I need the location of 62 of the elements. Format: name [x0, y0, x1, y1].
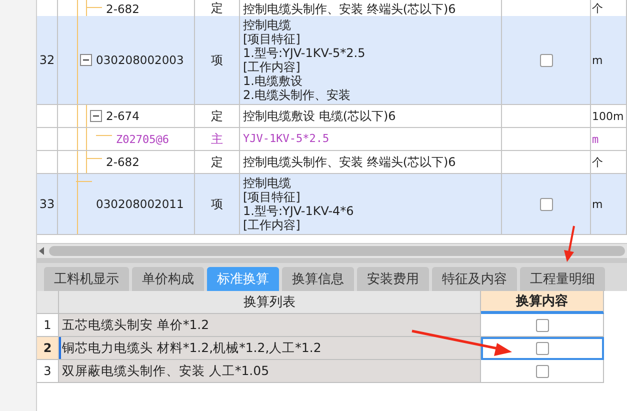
row-number: 33	[39, 197, 55, 211]
type-text: 项	[211, 52, 223, 68]
row-number: 2	[37, 337, 59, 360]
scroll-left-icon[interactable]	[37, 246, 47, 256]
row-number: 32	[39, 53, 55, 67]
checkbox[interactable]	[540, 54, 552, 66]
description-line: [项目特征]	[243, 32, 300, 46]
row-number: 1	[37, 314, 59, 337]
description-line: [工作内容]	[243, 218, 300, 232]
type-text: 定	[211, 0, 223, 17]
tab[interactable]: 安装费用	[357, 267, 429, 291]
code-text: 030208002011	[96, 197, 184, 211]
conversion-item[interactable]: 五芯电缆头制安 单价*1.2	[59, 314, 481, 337]
row-number: 3	[37, 360, 59, 383]
description-line: 控制电缆敷设 电缆(芯以下)6	[243, 109, 396, 123]
checkbox[interactable]	[540, 198, 552, 210]
type-text: 项	[211, 196, 223, 212]
unit-text: 个	[592, 1, 603, 16]
unit-text: m	[592, 54, 603, 66]
description-line: [项目特征]	[243, 190, 300, 204]
conversion-item[interactable]: 双屏蔽电缆头制作、安装 人工*1.05	[59, 360, 481, 383]
description-line: 1.型号:YJV-1KV-4*6	[243, 204, 354, 218]
code-text: 2-682	[106, 2, 140, 16]
conversion-item[interactable]: 铜芯电力电缆头 材料*1.2,机械*1.2,人工*1.2	[59, 337, 481, 360]
description-line: YJV-1KV-5*2.5	[243, 132, 330, 146]
type-text: 主	[211, 130, 223, 148]
collapse-icon[interactable]	[80, 54, 92, 66]
column-header: 换算列表	[59, 291, 481, 314]
unit-text: 100m	[592, 110, 624, 122]
annotation-arrow	[564, 226, 575, 262]
horizontal-scrollbar[interactable]	[37, 243, 627, 258]
code-text: 030208002003	[96, 53, 184, 67]
type-text: 定	[211, 108, 223, 124]
column-header: 换算内容	[481, 291, 604, 314]
code-text: 2-674	[106, 109, 140, 123]
tab[interactable]: 特征及内容	[432, 267, 517, 291]
unit-text: 个	[592, 154, 603, 170]
description-line: 控制电缆	[243, 18, 291, 32]
description-line: 控制电缆头制作、安装 终端头(芯以下)6	[243, 155, 456, 169]
tab[interactable]: 换算信息	[282, 267, 354, 291]
checkbox[interactable]	[536, 318, 548, 332]
tab[interactable]: 工料机显示	[44, 267, 129, 291]
code-text: 2-682	[106, 155, 140, 169]
tab[interactable]: 工程量明细	[520, 267, 605, 291]
description-line: 1.电缆敷设	[243, 74, 302, 88]
unit-text: m	[592, 198, 603, 210]
corner-cell	[37, 291, 59, 314]
description-line: 控制电缆	[243, 176, 291, 190]
description-line: 1.型号:YJV-1KV-5*2.5	[243, 46, 366, 60]
description-line: [工作内容]	[243, 60, 300, 74]
tab[interactable]: 单价构成	[132, 267, 204, 291]
collapse-icon[interactable]	[90, 110, 102, 122]
unit-text: m	[592, 132, 599, 146]
checkbox-cell[interactable]	[481, 360, 604, 383]
checkbox-cell[interactable]	[481, 337, 604, 360]
checkbox-cell[interactable]	[481, 314, 604, 337]
description-line: 控制电缆头制作、安装 终端头(芯以下)6	[243, 2, 456, 16]
type-text: 定	[211, 154, 223, 170]
checkbox[interactable]	[536, 364, 548, 378]
code-text: Z02705@6	[116, 132, 169, 146]
checkbox[interactable]	[536, 342, 548, 354]
description-line: 2.电缆头制作、安装	[243, 88, 350, 102]
